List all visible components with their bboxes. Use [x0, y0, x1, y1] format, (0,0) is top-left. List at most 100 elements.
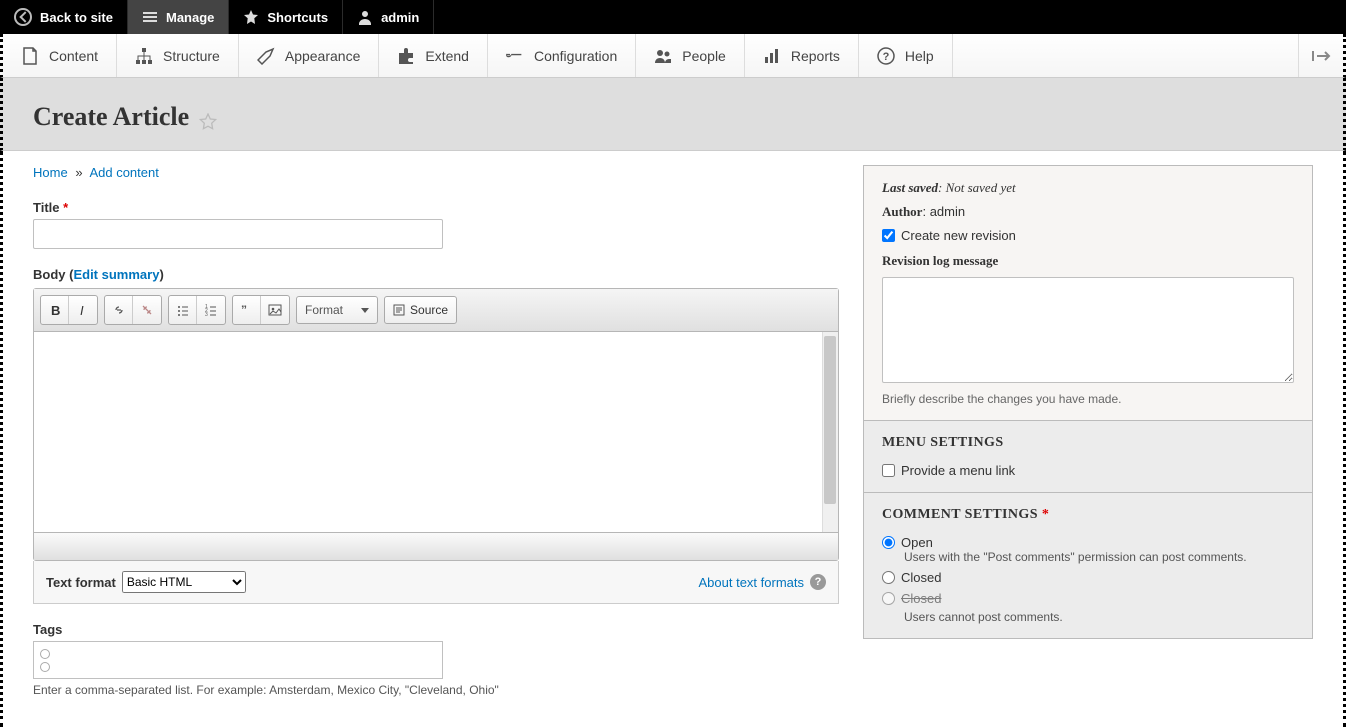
menu-structure-label: Structure	[163, 48, 220, 64]
breadcrumb-home[interactable]: Home	[33, 165, 68, 180]
revlog-textarea[interactable]	[882, 277, 1294, 383]
image-button[interactable]	[261, 296, 289, 324]
menu-settings-title: MENU SETTINGS	[882, 435, 1294, 451]
cke-group-list: 123	[168, 295, 226, 325]
comment-closed-radio[interactable]	[882, 571, 895, 584]
create-revision-label: Create new revision	[901, 228, 1016, 243]
revlog-row: Revision log message	[882, 253, 1294, 269]
collapse-icon	[1311, 49, 1331, 63]
comment-settings-block: COMMENT SETTINGS * Open Users with the "…	[864, 493, 1312, 638]
structure-icon	[135, 47, 153, 65]
bullet-list-button[interactable]	[169, 296, 197, 324]
body-section: Body (Edit summary) B I 123	[33, 267, 839, 604]
author-label: Author	[882, 204, 922, 219]
last-saved-row: Last saved: Not saved yet	[882, 180, 1294, 196]
help-icon: ?	[877, 47, 895, 65]
breadcrumb-add-content[interactable]: Add content	[89, 165, 158, 180]
extend-icon	[397, 47, 415, 65]
back-to-site-button[interactable]: Back to site	[0, 0, 128, 34]
revision-block: Last saved: Not saved yet Author: admin …	[864, 166, 1312, 421]
comment-closed-radio-dup	[882, 592, 895, 605]
create-revision-checkbox[interactable]: Create new revision	[882, 228, 1294, 243]
svg-text:”: ”	[241, 303, 247, 317]
shortcuts-button[interactable]: Shortcuts	[229, 0, 343, 34]
admin-menu: Content Structure Appearance Extend Conf…	[0, 34, 1346, 78]
text-format-row: Text format Basic HTML About text format…	[33, 561, 839, 604]
comment-open-option[interactable]: Open	[882, 535, 1294, 550]
menu-structure[interactable]: Structure	[117, 34, 239, 77]
menu-extend[interactable]: Extend	[379, 34, 488, 77]
italic-button[interactable]: I	[69, 296, 97, 324]
side-panel: Last saved: Not saved yet Author: admin …	[863, 165, 1313, 639]
sidebar: Last saved: Not saved yet Author: admin …	[863, 165, 1313, 697]
content-icon	[21, 47, 39, 65]
format-label: Format	[305, 303, 343, 317]
cke-group-media: ”	[232, 295, 290, 325]
provide-menu-link-checkbox[interactable]: Provide a menu link	[882, 463, 1294, 478]
link-button[interactable]	[105, 296, 133, 324]
provide-menu-link-input[interactable]	[882, 464, 895, 477]
menu-reports[interactable]: Reports	[745, 34, 859, 77]
comment-closed-option-dup: Closed	[882, 591, 1294, 606]
comment-settings-title-text: COMMENT SETTINGS	[882, 507, 1038, 522]
shortcuts-label: Shortcuts	[267, 10, 328, 25]
unlink-button[interactable]	[133, 296, 161, 324]
required-marker: *	[1042, 507, 1049, 522]
people-icon	[654, 47, 672, 65]
content-wrap: Home » Add content Title * Body (Edit su…	[0, 151, 1346, 727]
ckeditor: B I 123 ” Fo	[33, 288, 839, 561]
title-input[interactable]	[33, 219, 443, 249]
tags-input[interactable]	[33, 641, 443, 679]
ckeditor-footer	[34, 532, 838, 560]
cke-group-text: B I	[40, 295, 98, 325]
bold-button[interactable]: B	[41, 296, 69, 324]
configuration-icon	[506, 47, 524, 65]
source-label: Source	[410, 303, 448, 317]
menu-appearance[interactable]: Appearance	[239, 34, 380, 77]
comment-closed-label: Closed	[901, 570, 941, 585]
number-list-button[interactable]: 123	[197, 296, 225, 324]
cke-group-link	[104, 295, 162, 325]
svg-text:?: ?	[883, 51, 890, 63]
revlog-label: Revision log message	[882, 253, 998, 268]
last-saved-label: Last saved	[882, 180, 938, 195]
menu-people[interactable]: People	[636, 34, 745, 77]
favorite-star-icon[interactable]	[199, 113, 217, 131]
comment-open-desc: Users with the "Post comments" permissio…	[904, 550, 1294, 564]
tags-label: Tags	[33, 622, 839, 637]
back-arrow-icon	[14, 8, 32, 26]
user-label: admin	[381, 10, 419, 25]
comment-open-radio[interactable]	[882, 536, 895, 549]
menu-configuration[interactable]: Configuration	[488, 34, 636, 77]
scrollbar-thumb[interactable]	[824, 336, 836, 504]
menu-settings-block: MENU SETTINGS Provide a menu link	[864, 421, 1312, 493]
edit-summary-link[interactable]: Edit summary	[73, 267, 159, 282]
source-button[interactable]: Source	[384, 296, 457, 324]
appearance-icon	[257, 47, 275, 65]
user-button[interactable]: admin	[343, 0, 434, 34]
text-format-label: Text format	[46, 575, 116, 590]
manage-label: Manage	[166, 10, 214, 25]
menu-help[interactable]: ? Help	[859, 34, 953, 77]
manage-button[interactable]: Manage	[128, 0, 229, 34]
menu-people-label: People	[682, 48, 726, 64]
ckeditor-body[interactable]	[34, 332, 838, 532]
help-icon[interactable]: ?	[810, 574, 826, 590]
text-format-select[interactable]: Basic HTML	[122, 571, 246, 593]
blockquote-button[interactable]: ”	[233, 296, 261, 324]
author-value: admin	[930, 204, 965, 219]
collapse-toolbar-button[interactable]	[1298, 34, 1343, 77]
page-header: Create Article	[0, 78, 1346, 151]
menu-content[interactable]: Content	[3, 34, 117, 77]
autocomplete-icon	[40, 649, 50, 672]
menu-reports-label: Reports	[791, 48, 840, 64]
toolbar-bar: Back to site Manage Shortcuts admin	[0, 0, 1346, 34]
create-revision-input[interactable]	[882, 229, 895, 242]
about-text-formats-link[interactable]: About text formats	[699, 575, 805, 590]
required-marker: *	[63, 200, 68, 215]
comment-closed-option[interactable]: Closed	[882, 570, 1294, 585]
format-dropdown[interactable]: Format	[296, 296, 378, 324]
comment-settings-title: COMMENT SETTINGS *	[882, 507, 1294, 523]
chevron-down-icon	[361, 308, 369, 313]
menu-configuration-label: Configuration	[534, 48, 617, 64]
